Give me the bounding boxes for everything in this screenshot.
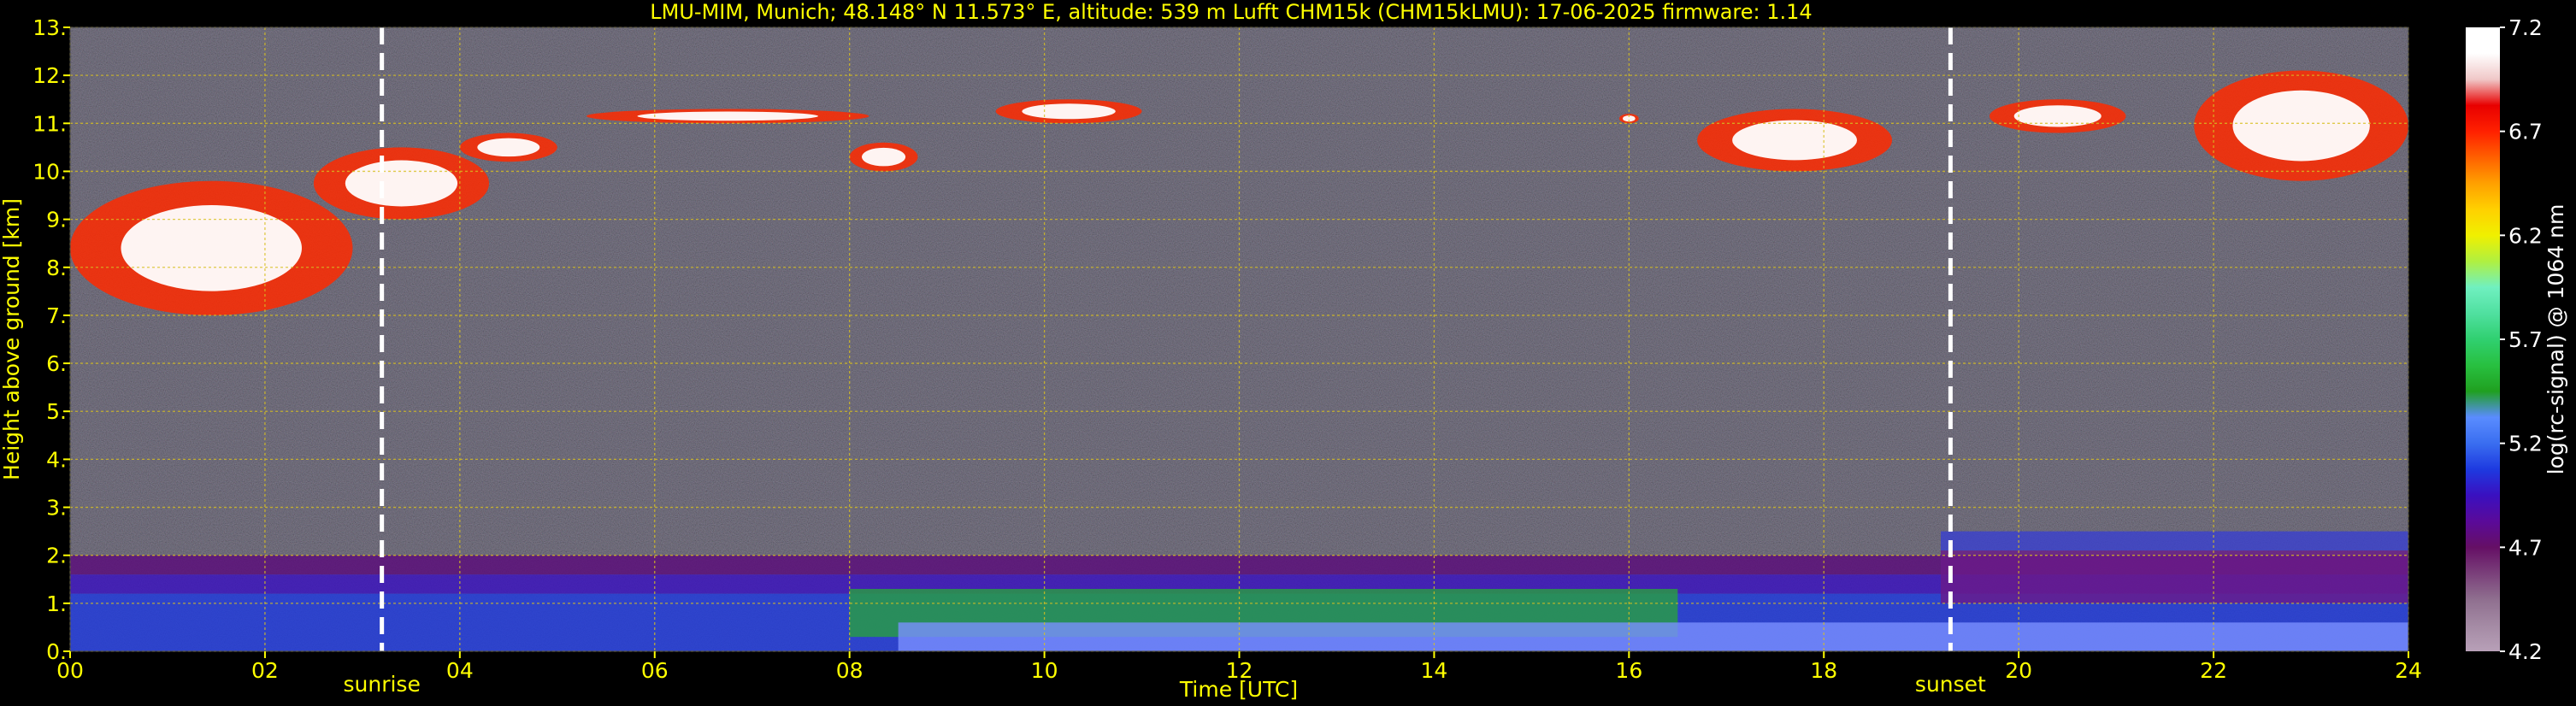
cloud-core — [1732, 120, 1857, 161]
ceilometer-figure: LMU-MIM, Munich; 48.148° N 11.573° E, al… — [0, 0, 2568, 702]
x-tick-label: 04 — [446, 658, 474, 683]
cirrus-cloud — [1989, 99, 2126, 133]
cirrus-cloud — [313, 147, 490, 220]
x-tick-label: 06 — [641, 658, 669, 683]
boundary-layer-band — [1941, 550, 2408, 603]
boundary-layer-band — [1941, 531, 2408, 551]
colorbar-ticks: 4.2 4.7 5.2 5.7 6.2 6.7 7.2 — [2500, 15, 2543, 664]
cirrus-cloud — [995, 99, 1142, 124]
sunset-label: sunset — [1915, 672, 1986, 697]
colorbar-label: log(rc-signal) @ 1064 nm — [2544, 204, 2568, 475]
y-tick-label: 8. — [46, 256, 67, 280]
cloud-core — [477, 138, 540, 157]
cirrus-cloud — [586, 109, 869, 124]
boundary-layer-band — [898, 622, 2408, 651]
chart-title: LMU-MIM, Munich; 48.148° N 11.573° E, al… — [650, 0, 1812, 24]
colorbar-tick-label: 4.7 — [2508, 535, 2543, 560]
x-tick-label: 22 — [2200, 658, 2227, 683]
sunrise-label: sunrise — [343, 672, 420, 697]
y-tick-label: 0. — [46, 639, 67, 664]
colorbar-scale — [2466, 27, 2500, 651]
y-tick-label: 12. — [32, 63, 67, 88]
plot-area: sunrise sunset — [69, 26, 2409, 697]
cirrus-cloud — [70, 180, 353, 315]
colorbar-tick-label: 5.2 — [2508, 432, 2543, 456]
colorbar: 4.2 4.7 5.2 5.7 6.2 6.7 7.2 log(rc-signal) @ 1… — [2466, 15, 2568, 664]
y-tick-label: 11. — [32, 111, 67, 136]
y-tick-label: 10. — [32, 159, 67, 184]
colorbar-tick-label: 5.7 — [2508, 327, 2543, 352]
colorbar-tick-label: 6.2 — [2508, 223, 2543, 248]
cloud-core — [2232, 90, 2370, 162]
y-tick-label: 9. — [46, 208, 67, 232]
y-axis-ticks: 0. 1. 2. 3. 4. 5. 6. 7. 8. 9. 10. 11. 12. 13. — [32, 15, 70, 664]
y-tick-label: 7. — [46, 303, 67, 328]
y-axis-label: Height above ground [km] — [0, 198, 24, 480]
y-tick-label: 13. — [32, 15, 67, 40]
x-tick-label: 24 — [2395, 658, 2422, 683]
cloud-core — [862, 147, 906, 167]
cloud-core — [121, 204, 302, 291]
x-axis-label: Time [UTC] — [1179, 677, 1298, 702]
x-tick-label: 18 — [1810, 658, 1837, 683]
x-tick-label: 10 — [1031, 658, 1058, 683]
x-tick-label: 20 — [2005, 658, 2032, 683]
y-tick-label: 5. — [46, 399, 67, 424]
cirrus-cloud — [1697, 109, 1893, 172]
y-tick-label: 3. — [46, 496, 67, 521]
cloud-core — [637, 111, 818, 121]
cirrus-cloud — [2194, 70, 2408, 181]
colorbar-tick-label: 4.2 — [2508, 639, 2543, 664]
x-tick-label: 02 — [251, 658, 279, 683]
cloud-core — [345, 160, 458, 207]
cirrus-cloud — [459, 132, 557, 162]
y-tick-label: 2. — [46, 544, 67, 568]
y-tick-label: 6. — [46, 351, 67, 376]
y-tick-label: 1. — [46, 591, 67, 616]
x-tick-label: 14 — [1421, 658, 1448, 683]
cloud-core — [1022, 103, 1116, 120]
colorbar-tick-label: 6.7 — [2508, 120, 2543, 144]
colorbar-tick-label: 7.2 — [2508, 15, 2543, 40]
cirrus-cloud — [849, 142, 918, 172]
y-tick-label: 4. — [46, 447, 67, 472]
x-tick-label: 08 — [836, 658, 864, 683]
x-tick-label: 16 — [1615, 658, 1642, 683]
